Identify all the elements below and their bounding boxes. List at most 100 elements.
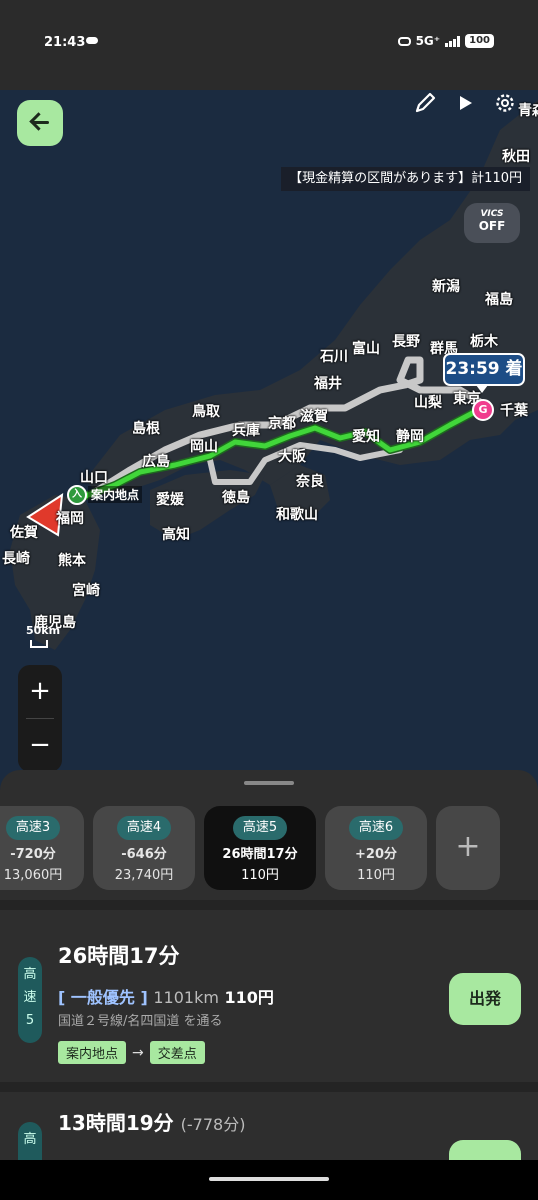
eta-bubble: 23:59 着 — [443, 353, 525, 393]
place-label: 高知 — [162, 527, 190, 543]
place-label: 京都 — [268, 416, 296, 432]
place-label: 滋賀 — [300, 409, 328, 425]
place-label: 石川 — [320, 349, 348, 365]
route-distance: 1101km — [153, 988, 219, 1007]
edit-pencil-icon[interactable] — [412, 90, 438, 116]
place-label: 奈良 — [296, 474, 324, 490]
place-label: 広島 — [142, 454, 170, 470]
route-option-card[interactable]: 高速6 +20分 110円 — [325, 806, 427, 890]
route-type-pill: 高 速 5 — [18, 957, 42, 1043]
status-icons: 5G⁺ 100 — [397, 34, 494, 48]
entry-point-label: 案内地点 — [88, 486, 143, 503]
route-option-cost: 110円 — [241, 868, 279, 883]
zoom-out-button[interactable]: − — [18, 719, 62, 772]
goal-marker[interactable]: G — [472, 399, 494, 421]
waypoint-chip[interactable]: 交差点 — [149, 1041, 205, 1064]
place-label: 和歌山 — [276, 507, 318, 523]
place-label: 青森 — [518, 103, 538, 119]
route-duration: 13時間19分 (-778分) — [58, 1107, 245, 1136]
route-option-time: -720分 — [10, 847, 56, 862]
back-button[interactable] — [17, 100, 63, 146]
place-label: 熊本 — [58, 553, 86, 569]
vics-label: VICS — [480, 209, 504, 219]
start-button[interactable]: 出発 — [449, 973, 521, 1025]
route-type-char: 速 — [23, 990, 37, 1005]
route-option-cost: 23,740円 — [114, 868, 174, 883]
cloud-icon — [86, 37, 98, 44]
place-label: 秋田 — [502, 149, 530, 165]
home-gesture-pill[interactable] — [209, 1177, 329, 1181]
network-type: 5G⁺ — [415, 34, 441, 48]
route-sheet: 高速3 -720分 13,060円 高速4 -646分 23,740円 高速5 … — [0, 770, 538, 1200]
route-type-char: 5 — [25, 1013, 35, 1028]
route-option-time: 26時間17分 — [222, 847, 298, 862]
battery-icon: 100 — [465, 34, 494, 48]
app-root: 21:43 5G⁺ 100 【現金精算の区間があります】計110円 VICS O… — [0, 0, 538, 1200]
place-label: 鳥取 — [192, 404, 220, 420]
place-label: 大阪 — [278, 449, 306, 465]
place-label: 栃木 — [470, 334, 498, 350]
route-option-time: -646分 — [121, 847, 167, 862]
place-label: 山口 — [80, 470, 108, 486]
route-duration: 26時間17分 — [58, 944, 180, 968]
place-label: 千葉 — [500, 403, 528, 419]
settings-gear-icon[interactable] — [492, 90, 518, 116]
signal-icon — [445, 35, 461, 47]
route-type-char: 高 — [23, 967, 37, 982]
scale-label: 50km — [26, 624, 61, 637]
place-label: 山梨 — [414, 395, 442, 411]
place-label: 静岡 — [396, 429, 424, 445]
section-divider — [0, 900, 538, 910]
zoom-control: + − — [18, 665, 62, 772]
place-label: 富山 — [352, 341, 380, 357]
system-nav-bar — [0, 1160, 538, 1200]
route-option-tag: 高速5 — [232, 816, 288, 840]
route-option-cost: 13,060円 — [3, 868, 63, 883]
route-duration-value: 13時間19分 — [58, 1111, 174, 1135]
route-option-card-selected[interactable]: 高速5 26時間17分 110円 — [204, 806, 316, 890]
route-summary: [ 一般優先 ] 1101km 110円 — [58, 984, 274, 1008]
route-via: 国道２号線/名四国道 を通る — [58, 1014, 223, 1029]
route-option-time: +20分 — [355, 847, 397, 862]
selected-route-detail[interactable]: 高 速 5 26時間17分 [ 一般優先 ] 1101km 110円 国道２号線… — [0, 920, 538, 1082]
status-bar: 21:43 5G⁺ 100 — [0, 0, 538, 90]
place-label: 長野 — [392, 334, 420, 350]
route-mode: [ 一般優先 ] — [58, 988, 148, 1007]
sheet-drag-handle[interactable] — [244, 781, 294, 785]
place-label: 宮崎 — [72, 583, 100, 599]
route-option-tag: 高速3 — [5, 816, 61, 840]
section-divider — [0, 1082, 538, 1092]
route-option-cost: 110円 — [357, 868, 395, 883]
clock: 21:43 — [44, 35, 86, 50]
route-option-card[interactable]: 高速3 -720分 13,060円 — [0, 806, 84, 890]
place-label: 福井 — [314, 376, 342, 392]
play-icon[interactable] — [452, 90, 478, 116]
place-label: 愛媛 — [156, 492, 184, 508]
arrow-right-icon: → — [132, 1044, 144, 1061]
route-waypoint-chips: 案内地点 → 交差点 — [58, 1041, 205, 1064]
place-label: 徳島 — [222, 490, 250, 506]
route-option-tag: 高速4 — [116, 816, 172, 840]
place-label: 長崎 — [2, 551, 30, 567]
zoom-in-button[interactable]: + — [18, 665, 62, 718]
route-toll: 110円 — [224, 988, 274, 1007]
scale-bar — [30, 640, 48, 648]
vpn-key-icon — [397, 36, 411, 46]
place-label: 福岡 — [56, 511, 84, 527]
waypoint-chip[interactable]: 案内地点 — [58, 1041, 127, 1064]
route-options-carousel[interactable]: 高速3 -720分 13,060円 高速4 -646分 23,740円 高速5 … — [0, 806, 538, 890]
place-label: 島根 — [132, 421, 160, 437]
vics-state: OFF — [478, 219, 506, 233]
route-duration-diff: (-778分) — [180, 1115, 246, 1134]
entry-marker[interactable]: 入 — [67, 485, 87, 505]
vics-toggle-button[interactable]: VICS OFF — [464, 203, 520, 243]
place-label: 愛知 — [352, 429, 380, 445]
route-option-tag: 高速6 — [348, 816, 404, 840]
place-label: 新潟 — [432, 279, 460, 295]
place-label: 佐賀 — [10, 525, 38, 541]
place-label: 福島 — [485, 292, 513, 308]
map-canvas — [10, 100, 538, 650]
route-option-card[interactable]: 高速4 -646分 23,740円 — [93, 806, 195, 890]
add-route-button[interactable]: + — [436, 806, 500, 890]
map-view[interactable]: 【現金精算の区間があります】計110円 VICS OFF 秋田 青森 新潟 福島… — [0, 90, 538, 790]
